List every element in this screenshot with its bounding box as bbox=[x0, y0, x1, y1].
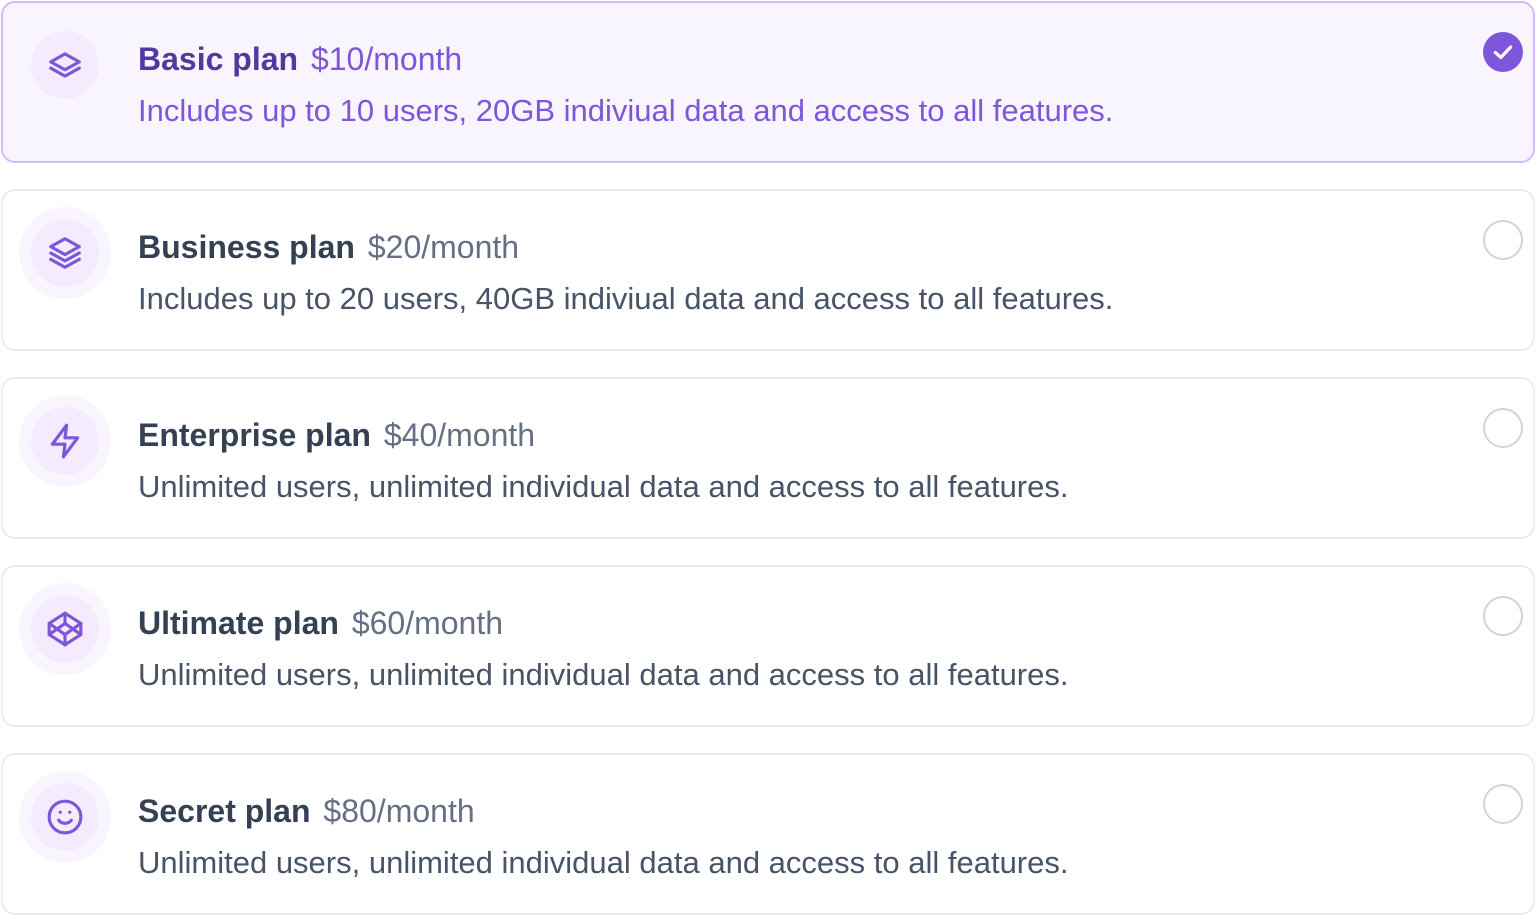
plan-price: $40/month bbox=[383, 417, 536, 453]
plan-price: $10/month bbox=[310, 41, 463, 77]
check-icon bbox=[1493, 45, 1513, 60]
plan-radio[interactable] bbox=[1483, 784, 1523, 824]
plan-price: $60/month bbox=[351, 605, 504, 641]
smile-icon bbox=[47, 799, 83, 835]
plan-name: Enterprise plan bbox=[138, 417, 371, 453]
layers-two-icon bbox=[49, 52, 81, 78]
plan-description: Includes up to 20 users, 40GB indiviual … bbox=[138, 281, 1114, 316]
plan-card-ultimate[interactable]: Ultimate plan $60/month Unlimited users,… bbox=[1, 565, 1535, 727]
plan-description: Unlimited users, unlimited individual da… bbox=[138, 845, 1069, 880]
plan-description: Includes up to 10 users, 20GB indiviual … bbox=[138, 93, 1114, 128]
plan-price: $20/month bbox=[367, 229, 520, 265]
plan-description: Unlimited users, unlimited individual da… bbox=[138, 469, 1069, 504]
plan-icon-container bbox=[19, 207, 111, 299]
codepen-icon bbox=[47, 611, 83, 647]
plan-name: Basic plan bbox=[138, 41, 299, 77]
plan-card-secret[interactable]: Secret plan $80/month Unlimited users, u… bbox=[1, 753, 1535, 915]
plan-icon-container bbox=[19, 19, 111, 111]
plan-description: Unlimited users, unlimited individual da… bbox=[138, 657, 1069, 692]
plan-radio[interactable] bbox=[1483, 220, 1523, 260]
plan-name: Business plan bbox=[138, 229, 355, 265]
zap-icon bbox=[50, 423, 80, 459]
plan-name: Ultimate plan bbox=[138, 605, 339, 641]
plan-icon-container bbox=[19, 583, 111, 675]
layers-three-icon bbox=[49, 237, 81, 269]
plan-name: Secret plan bbox=[138, 793, 311, 829]
plan-radio[interactable] bbox=[1483, 596, 1523, 636]
plan-icon-container bbox=[19, 395, 111, 487]
plan-selector: Basic plan $10/month Includes up to 10 u… bbox=[0, 0, 1536, 916]
plan-radio[interactable] bbox=[1483, 408, 1523, 448]
plan-card-basic[interactable]: Basic plan $10/month Includes up to 10 u… bbox=[1, 1, 1535, 163]
plan-card-enterprise[interactable]: Enterprise plan $40/month Unlimited user… bbox=[1, 377, 1535, 539]
plan-icon-container bbox=[19, 771, 111, 863]
plan-price: $80/month bbox=[323, 793, 475, 829]
plan-card-business[interactable]: Business plan $20/month Includes up to 2… bbox=[1, 189, 1535, 351]
plan-radio-checked[interactable] bbox=[1483, 32, 1523, 72]
